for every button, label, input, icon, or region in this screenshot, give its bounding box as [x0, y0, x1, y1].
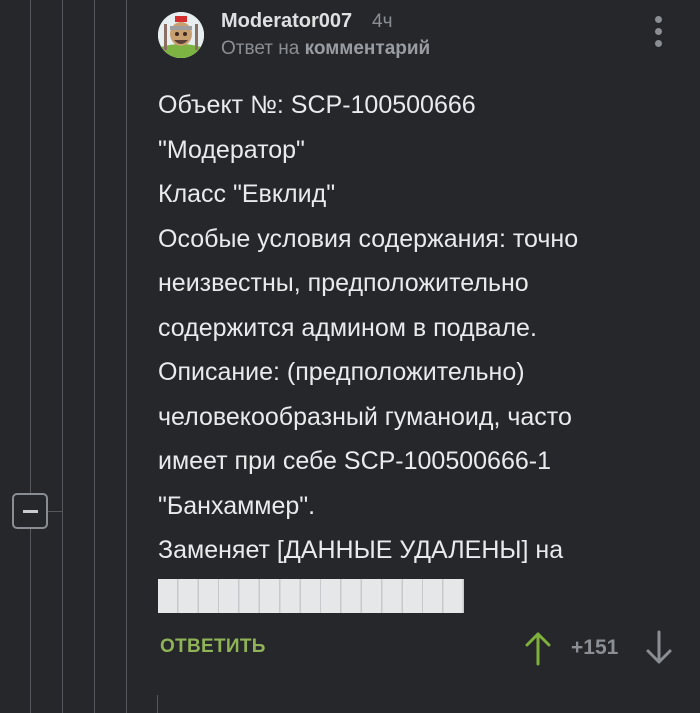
menu-dot	[655, 40, 662, 47]
thread-line	[126, 0, 127, 713]
thread-line	[94, 0, 95, 713]
comment-line: Заменяет [ДАННЫЕ УДАЛЕНЫ] на	[158, 536, 564, 564]
minus-icon	[23, 510, 38, 513]
thread-line	[157, 695, 158, 713]
reply-prefix: Ответ на	[221, 38, 300, 59]
menu-dot	[655, 16, 662, 23]
comment-line: Объект №: SCP-100500666	[158, 91, 476, 119]
comment-line: "Банхаммер".	[158, 491, 316, 520]
comment-line: Описание: (предположительно)	[158, 358, 525, 386]
reply-button[interactable]: ОТВЕТИТЬ	[160, 636, 266, 658]
collapse-thread-button[interactable]	[12, 493, 48, 529]
comment-line: Класс "Евклид"	[158, 180, 336, 208]
comment-line: неизвестны, предположительно	[158, 269, 529, 297]
comment-line: имеет при себе SCP-100500666-1	[158, 447, 551, 475]
redacted-line	[158, 573, 688, 618]
comment-line: человекообразный гуманоид, часто	[158, 402, 572, 431]
arrow-up-icon[interactable]	[524, 630, 552, 666]
redacted-block	[158, 578, 464, 613]
comment-line: содержится админом в подвале.	[158, 313, 537, 342]
avatar[interactable]	[158, 12, 204, 58]
comment-thread: Moderator007 4ч Ответ на комментарий Объ…	[0, 0, 700, 713]
thread-line	[30, 0, 31, 529]
comment-line: Особые условия содержания: точно	[158, 224, 579, 253]
avatar-icon	[158, 12, 204, 58]
thread-branch-line	[48, 511, 62, 512]
thread-line	[30, 529, 31, 713]
rating-value: +151	[571, 636, 619, 659]
comment-line: "Модератор"	[158, 135, 305, 164]
comment-author[interactable]: Moderator007	[221, 10, 352, 33]
downvote-arrow-svg	[646, 630, 672, 664]
arrow-down-icon[interactable]	[645, 630, 673, 666]
reply-target-link[interactable]: комментарий	[305, 38, 431, 59]
reply-to-info: Ответ на комментарий	[221, 38, 430, 60]
upvote-arrow-svg	[525, 632, 551, 666]
comment-body: Объект №: SCP-100500666 "Модератор" Клас…	[158, 83, 688, 617]
more-vertical-icon[interactable]	[650, 16, 668, 48]
menu-dot	[655, 28, 662, 35]
thread-line	[62, 0, 63, 713]
comment-time: 4ч	[372, 11, 393, 32]
